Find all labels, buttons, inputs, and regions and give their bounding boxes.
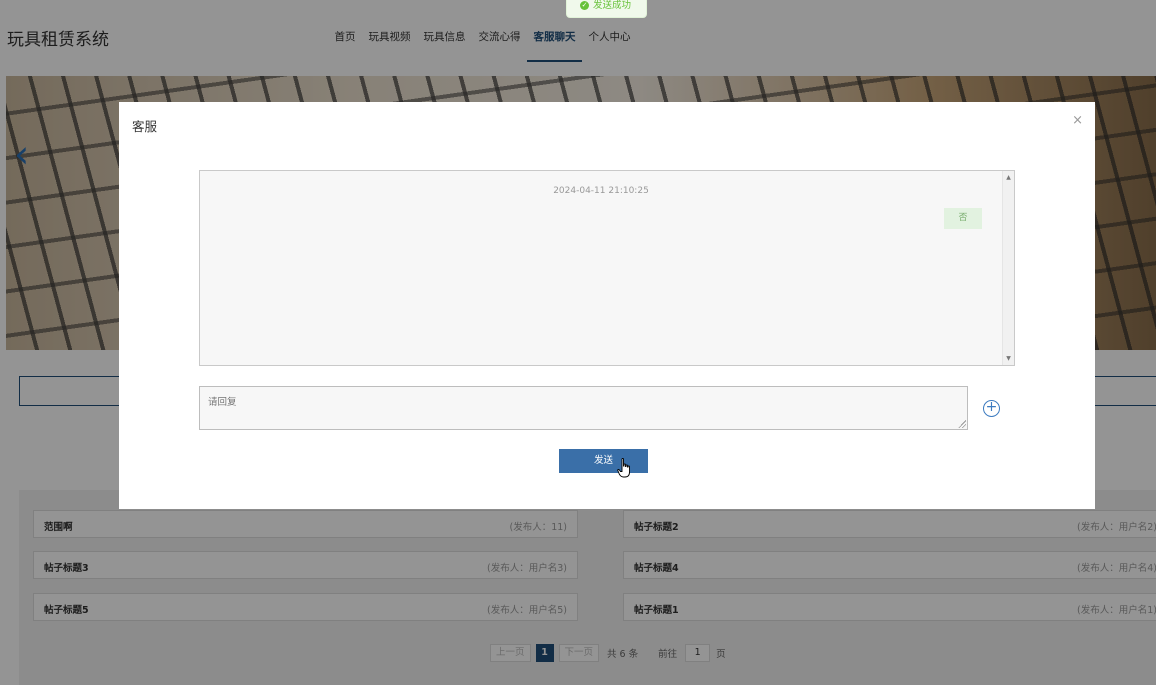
- reply-input[interactable]: [199, 386, 968, 430]
- toast-message: 发送成功: [593, 0, 632, 11]
- message-timestamp: 2024-04-11 21:10:25: [553, 186, 649, 196]
- chat-history[interactable]: 2024-04-11 21:10:25 否 ▲ ▼: [199, 170, 1015, 366]
- resize-handle-icon[interactable]: [958, 420, 966, 428]
- chat-scrollbar[interactable]: ▲ ▼: [1002, 171, 1014, 365]
- close-icon[interactable]: ×: [1072, 114, 1083, 128]
- dialog-title: 客服: [132, 119, 158, 134]
- hand-pointer-icon: [617, 458, 630, 478]
- chat-bubble-sent: 否: [944, 208, 982, 229]
- scroll-up-icon[interactable]: ▲: [1003, 174, 1014, 181]
- success-toast: ✓ 发送成功: [566, 0, 647, 18]
- customer-service-dialog: 客服 × 2024-04-11 21:10:25 否 ▲ ▼ + 发送: [119, 102, 1095, 509]
- scroll-down-icon[interactable]: ▼: [1003, 355, 1014, 362]
- add-attachment-button[interactable]: +: [983, 400, 1000, 417]
- check-circle-icon: ✓: [580, 1, 589, 10]
- send-button[interactable]: 发送: [559, 449, 648, 473]
